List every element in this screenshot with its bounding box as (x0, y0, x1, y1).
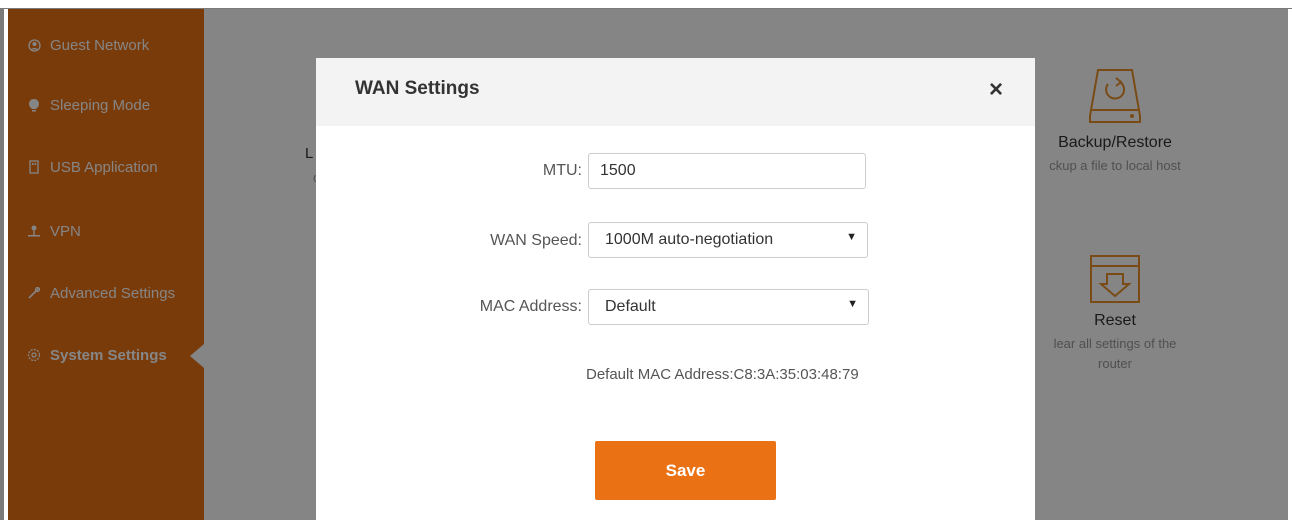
app-frame: Guest Network Sleeping Mode USB Applicat… (0, 0, 1292, 520)
window-border (0, 8, 1292, 520)
